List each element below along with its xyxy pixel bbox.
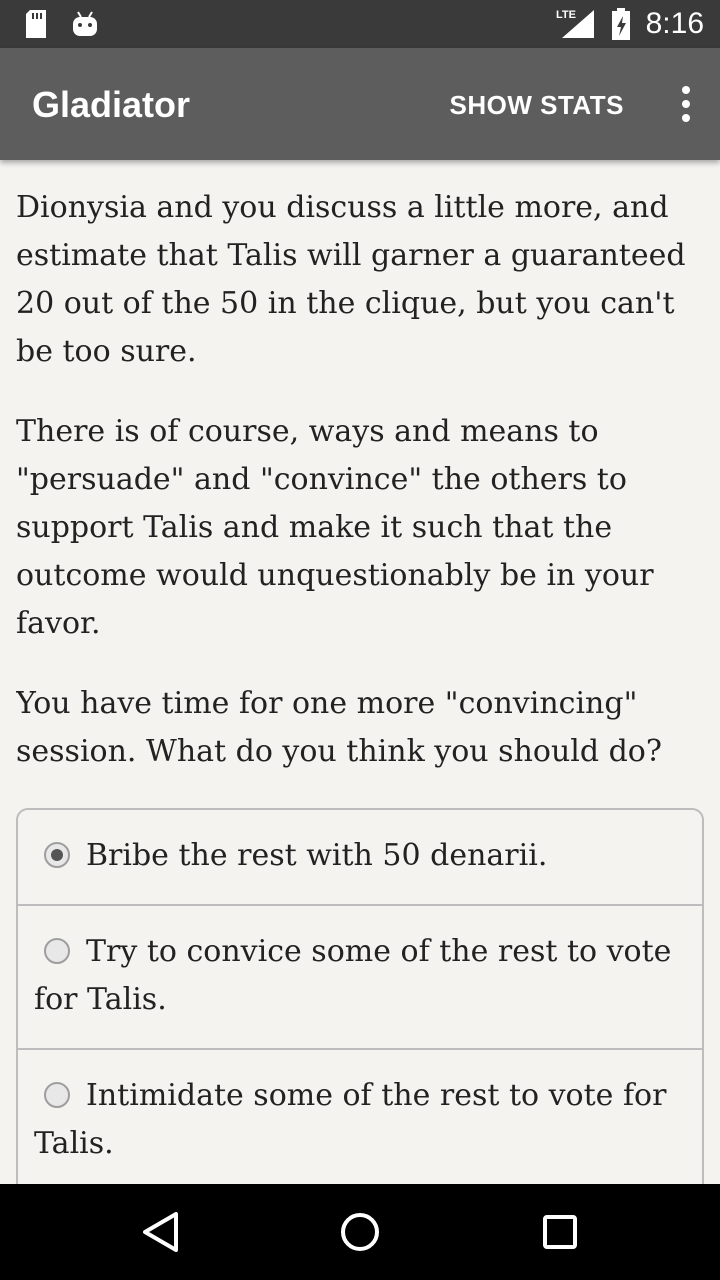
- choice-label: Bribe the rest with 50 denarii.: [86, 838, 548, 873]
- more-vert-icon[interactable]: [680, 86, 692, 122]
- app-bar: Gladiator SHOW STATS: [0, 48, 720, 160]
- radio-unselected-icon[interactable]: [44, 938, 70, 964]
- clock: 8:16: [645, 7, 704, 40]
- story-paragraph: There is of course, ways and means to "p…: [16, 414, 654, 641]
- choice-list: Bribe the rest with 50 denarii. Try to c…: [16, 808, 704, 1184]
- android-debug-icon: [73, 11, 97, 36]
- network-label: LTE: [556, 9, 576, 21]
- status-bar: LTE 8:16: [0, 0, 720, 48]
- choice-option[interactable]: Try to convice some of the rest to vote …: [18, 904, 702, 1048]
- app-title: Gladiator: [32, 84, 191, 125]
- show-stats-button[interactable]: SHOW STATS: [450, 90, 624, 121]
- home-circle-icon[interactable]: [341, 1213, 379, 1251]
- recents-square-icon[interactable]: [543, 1215, 577, 1249]
- choice-label: Intimidate some of the rest to vote for …: [34, 1078, 667, 1161]
- lte-signal-icon: LTE: [556, 9, 594, 38]
- story-content[interactable]: Dionysia and you discuss a little more, …: [16, 160, 704, 1184]
- choice-option[interactable]: Intimidate some of the rest to vote for …: [18, 1048, 702, 1184]
- radio-selected-icon[interactable]: [44, 842, 70, 868]
- radio-unselected-icon[interactable]: [44, 1082, 70, 1108]
- choice-label: Try to convice some of the rest to vote …: [34, 934, 672, 1017]
- navigation-bar: [0, 1184, 720, 1280]
- story-paragraph: Dionysia and you discuss a little more, …: [16, 190, 686, 369]
- sd-card-icon: [26, 10, 46, 38]
- back-triangle-icon[interactable]: [143, 1212, 178, 1252]
- story-paragraph: You have time for one more "convincing" …: [16, 686, 662, 769]
- choice-option[interactable]: Bribe the rest with 50 denarii.: [18, 810, 702, 904]
- battery-charging-icon: [611, 8, 630, 40]
